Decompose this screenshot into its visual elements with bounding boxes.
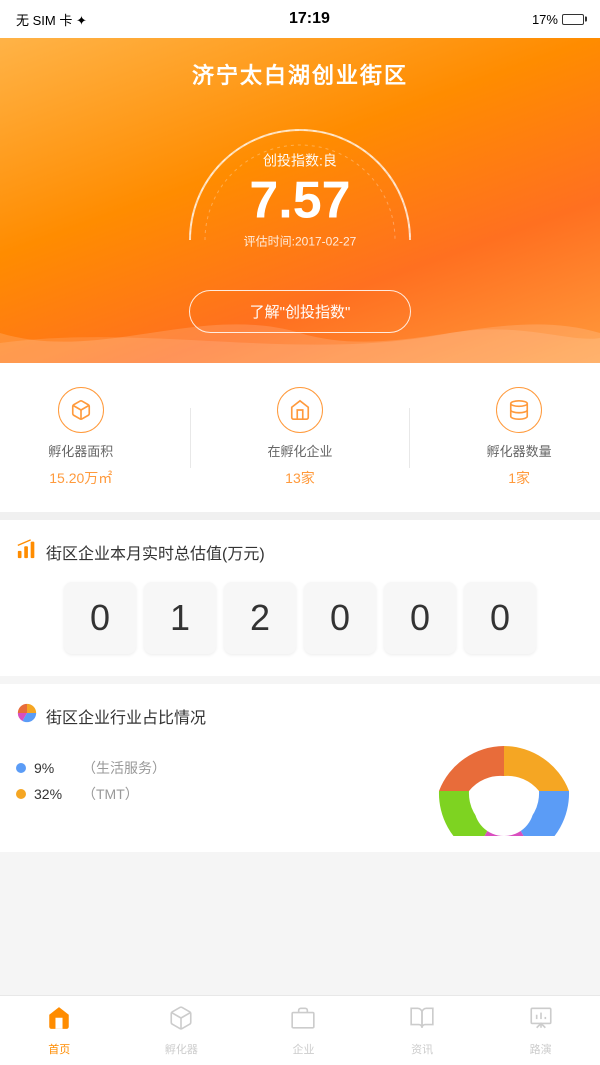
legend-dot-0: [16, 763, 26, 773]
box-icon: [58, 387, 104, 433]
legend-name-1: （TMT）: [82, 784, 139, 804]
stat-company-label: 在孵化企业: [267, 441, 332, 460]
status-time: 17:19: [289, 10, 330, 28]
donut-chart: [424, 736, 584, 836]
stat-area-label: 孵化器面积: [48, 441, 113, 460]
digits-row: 0 1 2 0 0 0: [16, 582, 584, 654]
bottom-nav: 首页 孵化器 企业: [0, 995, 600, 1065]
industry-title: 街区企业行业占比情况: [46, 704, 206, 728]
sim-status: 无 SIM 卡 ✦: [16, 10, 87, 29]
stat-area: 孵化器面积 15.20万㎡: [48, 387, 113, 488]
digit-1: 1: [144, 582, 216, 654]
legend-percent-1: 32%: [34, 786, 74, 802]
status-left: 无 SIM 卡 ✦: [16, 10, 87, 29]
battery-percent: 17%: [532, 12, 558, 27]
legend-dot-1: [16, 789, 26, 799]
digit-3: 0: [304, 582, 376, 654]
gauge-date: 评估时间:2017-02-27: [244, 232, 357, 249]
hero-section: 济宁太白湖创业街区 创投指数:良 7.57 评估时间:2017-02-27: [0, 38, 600, 363]
status-right: 17%: [532, 12, 584, 27]
nav-roadshow[interactable]: 路演: [518, 999, 564, 1063]
nav-enterprise[interactable]: 企业: [280, 999, 326, 1063]
valuation-title: 街区企业本月实时总估值(万元): [46, 540, 265, 564]
nav-roadshow-icon: [528, 1005, 554, 1038]
know-index-button[interactable]: 了解"创投指数": [189, 290, 412, 333]
legend-item-1: 32% （TMT）: [16, 784, 166, 804]
stat-count-label: 孵化器数量: [487, 441, 552, 460]
nav-news-icon: [409, 1005, 435, 1038]
stat-count: 孵化器数量 1家: [487, 387, 552, 488]
stat-count-value: 1家: [508, 468, 530, 488]
stat-company-value: 13家: [285, 468, 315, 488]
legend-percent-0: 9%: [34, 760, 74, 776]
digit-5: 0: [464, 582, 536, 654]
digit-0: 0: [64, 582, 136, 654]
chart-bar-icon: [16, 538, 38, 566]
divider-1: [190, 408, 191, 468]
nav-incubator-label: 孵化器: [165, 1041, 198, 1057]
stat-company: 在孵化企业 13家: [267, 387, 332, 488]
legend-name-0: （生活服务）: [82, 758, 166, 778]
nav-enterprise-label: 企业: [292, 1041, 314, 1057]
gauge-label: 创投指数:良: [244, 150, 357, 170]
divider-2: [409, 408, 410, 468]
nav-home[interactable]: 首页: [36, 999, 82, 1063]
stat-area-value: 15.20万㎡: [49, 468, 112, 488]
digit-4: 0: [384, 582, 456, 654]
nav-incubator-icon: [168, 1005, 194, 1038]
digit-2: 2: [224, 582, 296, 654]
industry-content: 9% （生活服务） 32% （TMT）: [16, 746, 584, 836]
donut-svg: [424, 736, 584, 836]
legend-item-0: 9% （生活服务）: [16, 758, 166, 778]
pie-chart-icon: [16, 702, 38, 730]
nav-news[interactable]: 资讯: [399, 999, 445, 1063]
industry-section: 街区企业行业占比情况 9% （生活服务） 32% （TMT）: [0, 684, 600, 852]
home-icon: [277, 387, 323, 433]
battery-icon: [562, 14, 584, 25]
nav-enterprise-icon: [290, 1005, 316, 1038]
industry-header: 街区企业行业占比情况: [16, 702, 584, 730]
nav-roadshow-label: 路演: [530, 1041, 552, 1057]
valuation-header: 街区企业本月实时总估值(万元): [16, 538, 584, 566]
database-icon: [496, 387, 542, 433]
status-bar: 无 SIM 卡 ✦ 17:19 17%: [0, 0, 600, 38]
stats-row: 孵化器面积 15.20万㎡ 在孵化企业 13家: [0, 363, 600, 520]
nav-incubator[interactable]: 孵化器: [155, 999, 208, 1063]
industry-legend: 9% （生活服务） 32% （TMT）: [16, 758, 166, 804]
valuation-section: 街区企业本月实时总估值(万元) 0 1 2 0 0 0: [0, 520, 600, 676]
hero-title: 济宁太白湖创业街区: [20, 58, 580, 90]
nav-home-icon: [46, 1005, 72, 1038]
gauge-value: 7.57: [244, 174, 357, 226]
gauge-content: 创投指数:良 7.57 评估时间:2017-02-27: [244, 150, 357, 249]
nav-home-label: 首页: [48, 1041, 70, 1057]
nav-news-label: 资讯: [411, 1041, 433, 1057]
gauge-container: 创投指数:良 7.57 评估时间:2017-02-27: [170, 110, 430, 270]
